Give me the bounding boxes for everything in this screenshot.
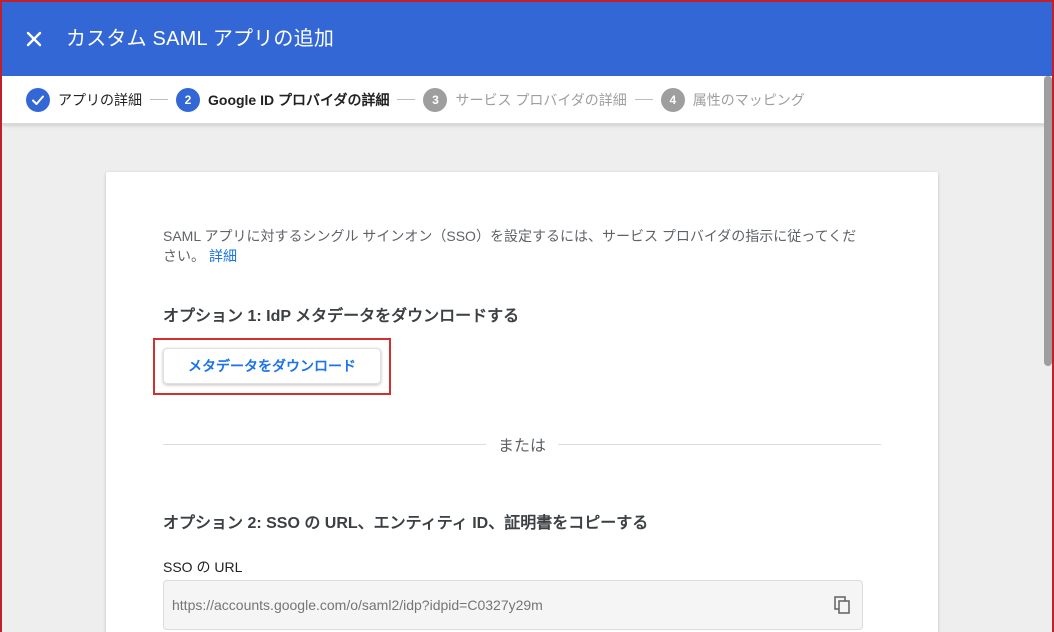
top-app-bar: カスタム SAML アプリの追加 <box>2 2 1052 76</box>
step-number: 4 <box>660 87 685 112</box>
sso-url-label: SSO の URL <box>163 559 243 575</box>
step-idp-details[interactable]: 2 Google ID プロバイダの詳細 <box>176 87 390 112</box>
learn-more-link[interactable]: 詳細 <box>209 248 237 264</box>
progress-stepper: アプリの詳細 2 Google ID プロバイダの詳細 3 サービス プロバイダ… <box>2 76 1052 124</box>
step-number: 3 <box>423 87 448 112</box>
copy-icon <box>834 596 850 614</box>
step-label: Google ID プロバイダの詳細 <box>208 91 390 108</box>
step-label: 属性のマッピング <box>692 91 805 108</box>
scrollbar-thumb[interactable] <box>1044 76 1052 366</box>
option2-heading: オプション 2: SSO の URL、エンティティ ID、証明書をコピーする <box>163 515 649 532</box>
content-card: SAML アプリに対するシングル サインオン（SSO）を設定するには、サービス … <box>106 172 938 632</box>
divider-line <box>163 443 486 445</box>
check-icon <box>26 87 50 112</box>
or-divider: または <box>163 434 882 455</box>
scrollbar[interactable] <box>1044 76 1052 632</box>
sso-url-value: https://accounts.google.com/o/saml2/idp?… <box>172 597 543 613</box>
step-separator <box>397 99 416 100</box>
sso-url-field[interactable]: https://accounts.google.com/o/saml2/idp?… <box>163 580 863 630</box>
divider-line <box>558 443 882 445</box>
intro-text: SAML アプリに対するシングル サインオン（SSO）を設定するには、サービス … <box>163 226 863 266</box>
close-icon <box>26 31 42 47</box>
step-app-details[interactable]: アプリの詳細 <box>26 87 142 112</box>
close-button[interactable] <box>20 25 48 53</box>
app-window: カスタム SAML アプリの追加 アプリの詳細 2 Google ID プロバイ… <box>2 2 1052 632</box>
page-title: カスタム SAML アプリの追加 <box>66 28 335 50</box>
step-label: サービス プロバイダの詳細 <box>455 91 627 108</box>
step-attribute-mapping: 4 属性のマッピング <box>660 87 805 112</box>
step-separator <box>150 99 168 100</box>
step-label: アプリの詳細 <box>58 91 142 108</box>
download-metadata-button[interactable]: メタデータをダウンロード <box>163 348 381 384</box>
option1-heading: オプション 1: IdP メタデータをダウンロードする <box>163 308 520 325</box>
copy-button[interactable] <box>832 595 852 615</box>
step-number: 2 <box>176 87 200 112</box>
step-sp-details: 3 サービス プロバイダの詳細 <box>423 87 627 112</box>
step-separator <box>634 99 653 100</box>
intro-description: SAML アプリに対するシングル サインオン（SSO）を設定するには、サービス … <box>163 228 857 264</box>
or-text: または <box>498 438 547 455</box>
